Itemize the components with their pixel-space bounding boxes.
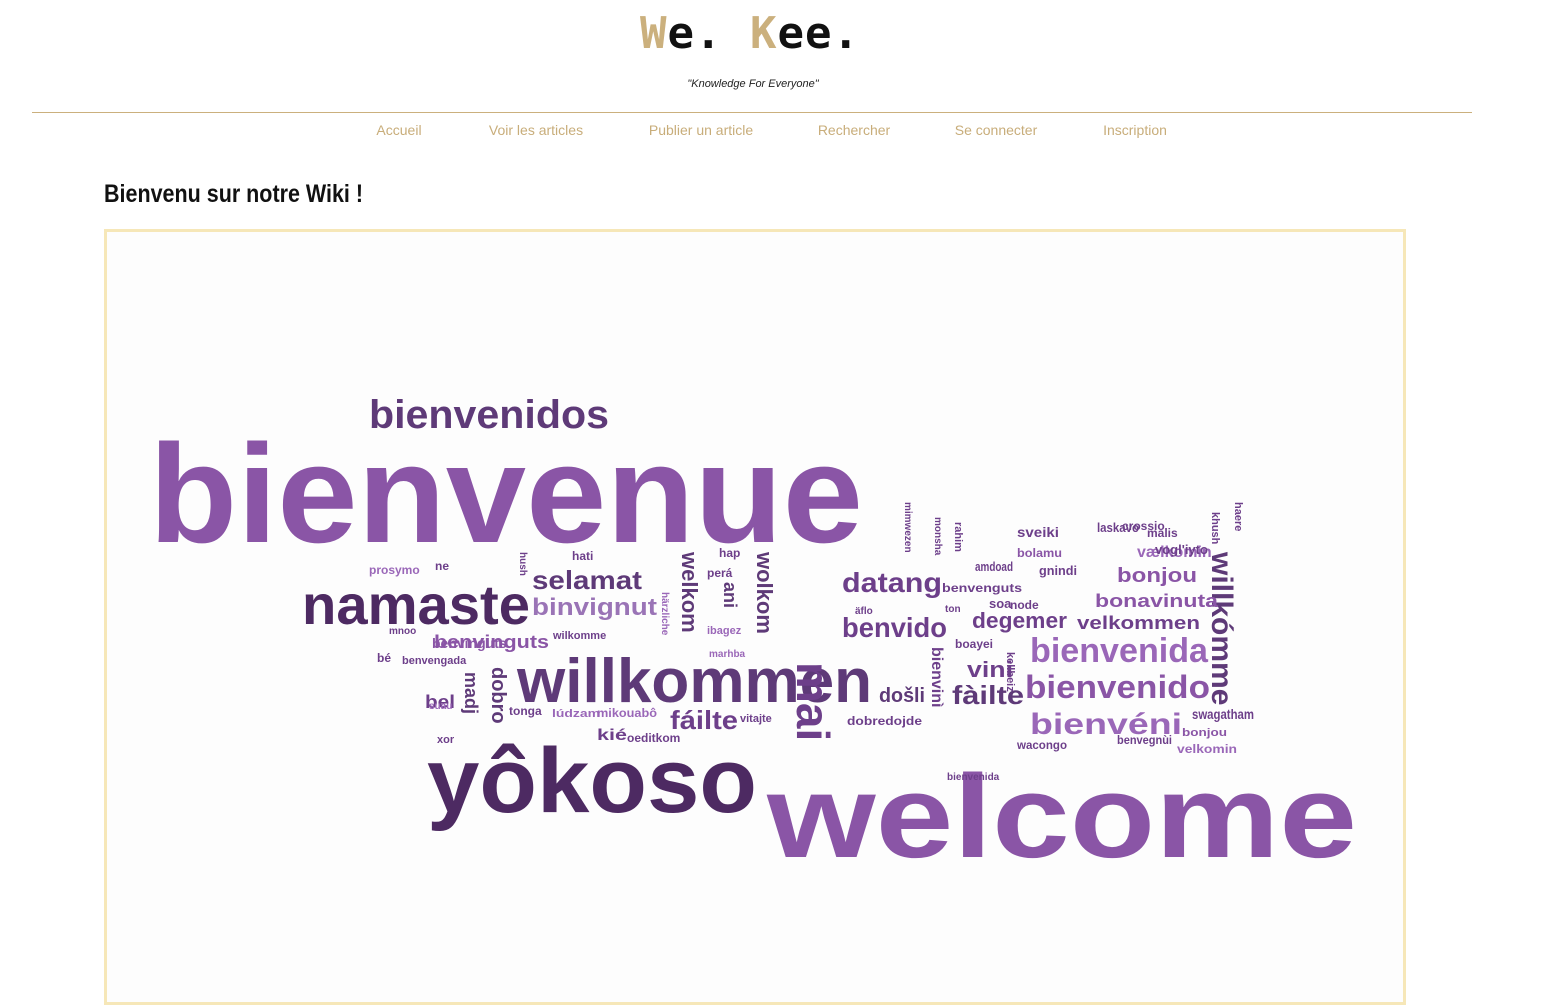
cloud-word: bonjou — [1182, 727, 1227, 739]
cloud-word: tonga — [509, 704, 542, 718]
cloud-word: node — [1010, 598, 1039, 612]
welcome-banner-image: bienvenue bienvenidos welcome yôkoso namaste… — [104, 229, 1406, 1005]
cloud-word: bonjou — [1117, 565, 1197, 587]
cloud-word: ani — [720, 582, 740, 608]
cloud-word: wacongo — [1016, 738, 1067, 752]
cloud-word: hati — [572, 549, 593, 563]
cloud-word: mnoo — [389, 626, 416, 637]
cloud-word: bienvenue — [149, 415, 863, 572]
cloud-word: mai — [787, 662, 839, 741]
cloud-word: bienvenida — [947, 772, 1000, 783]
cloud-word: prosymo — [369, 563, 420, 577]
cloud-word: bonavinuta — [1095, 591, 1219, 611]
nav-link-inscription[interactable]: Inscription — [1103, 122, 1167, 138]
cloud-word: yôkoso — [427, 730, 757, 832]
cloud-word: bienvenida — [1030, 632, 1209, 670]
cloud-word: ibagez — [707, 625, 742, 637]
header-divider — [32, 112, 1472, 113]
cloud-word: benvinguts — [432, 635, 507, 651]
cloud-word: kellbeiz — [1004, 652, 1016, 692]
cloud-word: mimwezen — [902, 502, 913, 553]
cloud-word: wilkomme — [552, 630, 606, 642]
cloud-word: vogl'iyto — [1155, 542, 1208, 557]
cloud-word: datang — [842, 567, 942, 598]
cloud-word: oeditkom — [627, 731, 680, 745]
cloud-word: vitajte — [740, 713, 772, 725]
site-logo[interactable]: We. Kee. — [0, 8, 1500, 59]
nav-link-se-connecter[interactable]: Se connecter — [955, 122, 1038, 138]
cloud-word: bienvenido — [1025, 669, 1210, 705]
cloud-word: dobredojde — [847, 714, 922, 728]
nav-link-voir-articles[interactable]: Voir les articles — [489, 122, 583, 138]
cloud-word: hap — [719, 546, 740, 560]
cloud-word: velkomin — [1177, 742, 1237, 756]
cloud-word: khush — [1209, 512, 1221, 545]
cloud-word: kié — [597, 727, 627, 744]
cloud-word: bienvinì — [928, 647, 945, 707]
cloud-word: selamat — [532, 565, 642, 595]
cloud-word: bé — [377, 651, 391, 665]
cloud-word: marhba — [709, 649, 746, 660]
cloud-word: perá — [707, 566, 733, 580]
cloud-word: bienvenidos — [369, 393, 609, 437]
cloud-word: došli — [879, 685, 925, 707]
cloud-word: ne — [435, 559, 449, 573]
cloud-word: welkom — [677, 551, 702, 633]
cloud-word: xor — [437, 734, 455, 746]
cloud-word: äflo — [855, 606, 873, 617]
main-nav: Accueil Voir les articles Publier un art… — [0, 122, 1555, 142]
cloud-word: bolamu — [1017, 546, 1062, 560]
logo-text-ee: ee. — [777, 8, 860, 59]
cloud-word: swagatham — [1192, 706, 1254, 722]
cloud-word: boayei — [955, 637, 993, 651]
cloud-word: wolkom — [752, 551, 777, 634]
cloud-word: madj — [461, 672, 481, 714]
page-title: Bienvenu sur notre Wiki ! — [104, 180, 364, 208]
cloud-word: monsha — [932, 517, 943, 556]
cloud-word: suau — [429, 701, 452, 712]
cloud-word: soa — [989, 596, 1012, 611]
cloud-word: malis — [1147, 526, 1178, 540]
logo-text-e: e. — [667, 8, 750, 59]
nav-link-publier-article[interactable]: Publier un article — [649, 122, 753, 138]
cloud-word: benvenguts — [942, 581, 1022, 595]
cloud-word: amdoad — [975, 559, 1013, 574]
cloud-word: welcome — [766, 751, 1357, 883]
cloud-word: rahim — [952, 522, 964, 552]
cloud-word: härzliche — [659, 592, 670, 636]
cloud-word: lúdzam — [552, 708, 600, 720]
cloud-word: benvengada — [402, 655, 467, 667]
cloud-word: willkómme — [1205, 551, 1238, 705]
logo-letter-k: K — [750, 8, 778, 59]
cloud-word: binvignut — [532, 594, 657, 621]
cloud-word: benvegnùi — [1117, 733, 1172, 747]
cloud-word: dobro — [487, 667, 509, 724]
site-tagline: "Knowledge For Everyone" — [687, 78, 819, 90]
cloud-word: gnindi — [1039, 563, 1077, 578]
cloud-word: velkommen — [1077, 613, 1200, 633]
cloud-word: ton — [945, 604, 961, 615]
nav-link-accueil[interactable]: Accueil — [376, 122, 421, 138]
cloud-word: mikouabô — [597, 706, 657, 720]
nav-link-rechercher[interactable]: Rechercher — [818, 122, 890, 138]
cloud-word: haere — [1232, 502, 1244, 531]
cloud-word: hush — [517, 552, 528, 576]
logo-letter-w: W — [640, 8, 668, 59]
word-cloud: bienvenuebienvenidoswelcomeyôkosonamaste… — [149, 393, 1357, 883]
cloud-word: sveiki — [1017, 524, 1059, 540]
